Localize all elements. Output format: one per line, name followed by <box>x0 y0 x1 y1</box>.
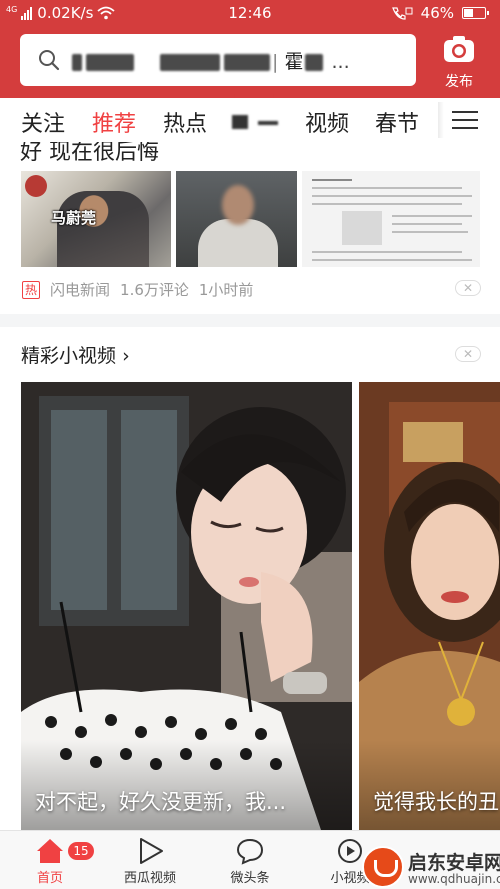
status-bar: 4G 0.02K/s 12:46 46% <box>0 0 500 28</box>
blurred-text <box>86 53 134 71</box>
search-bar[interactable]: | 霍 ... <box>20 34 416 86</box>
search-ellipsis: ... <box>325 50 350 73</box>
tab-recommend[interactable]: 推荐 <box>92 106 136 138</box>
nav-weitoutiao-label: 微头条 <box>230 871 270 886</box>
dismiss-videos-button[interactable]: ✕ <box>455 346 481 362</box>
videos-section-title[interactable]: 精彩小视频 › <box>21 341 130 368</box>
video-card-2[interactable]: 觉得我长的丑 <box>359 382 500 830</box>
battery-icon <box>462 7 489 19</box>
nav-xigua-label: 西瓜视频 <box>123 871 176 886</box>
battery-fill <box>464 9 473 17</box>
nav-home-label: 首页 <box>36 871 63 886</box>
blurred-text <box>160 53 220 71</box>
blurred-text <box>224 53 270 71</box>
tab-follow[interactable]: 关注 <box>21 106 65 138</box>
blurred-text <box>258 121 278 125</box>
nav-xigua-video[interactable]: 西瓜视频 <box>110 837 190 886</box>
blurred-text <box>305 53 324 71</box>
search-icon <box>39 50 60 71</box>
search-separator: | <box>272 50 279 73</box>
news-source[interactable]: 闪电新闻 <box>50 279 110 300</box>
publish-button[interactable]: 发布 <box>424 34 494 90</box>
top-header: 4G 0.02K/s 12:46 46% | 霍 ... 发布 <box>0 0 500 102</box>
blurred-text <box>232 115 248 129</box>
tab-hot[interactable]: 热点 <box>163 106 207 138</box>
tab-blurred[interactable] <box>232 115 280 131</box>
chat-bubble-icon <box>236 838 264 865</box>
video-caption-1: 对不起，好久没更新，我... <box>35 790 287 814</box>
hd-call-icon <box>391 7 413 20</box>
screenshot-image <box>342 211 382 245</box>
blurred-text <box>72 53 82 71</box>
news-card[interactable]: 好 现在很后悔 马蔚莞 热 闪电新闻 1.6万评论 1小时前 ✕ <box>0 142 500 314</box>
small-video-icon <box>338 839 362 863</box>
search-hint-visible: 霍 <box>284 50 304 73</box>
news-thumbnail-2 <box>176 171 297 267</box>
video-caption-shade <box>359 740 500 830</box>
site-watermark: 启东安卓网 www.qdhuajin.com <box>362 846 500 889</box>
home-icon <box>37 839 63 863</box>
news-title: 好 现在很后悔 <box>20 142 159 165</box>
battery-percent: 46% <box>420 4 454 22</box>
person-blurred-face <box>222 185 254 225</box>
tab-spring-festival[interactable]: 春节 <box>375 106 419 138</box>
channel-logo-icon <box>25 175 47 197</box>
tab-video[interactable]: 视频 <box>305 106 349 138</box>
publish-label: 发布 <box>445 74 473 90</box>
home-badge: 15 <box>68 842 94 860</box>
app-root: 4G 0.02K/s 12:46 46% | 霍 ... 发布 关注 推荐 热点… <box>0 0 500 889</box>
channel-menu-icon[interactable] <box>452 110 478 130</box>
tabs-fade <box>420 98 440 142</box>
video-card-1[interactable]: 对不起，好久没更新，我... <box>21 382 352 830</box>
video-caption-shade <box>21 740 352 830</box>
tabs-divider <box>438 102 444 138</box>
camera-icon <box>444 36 474 62</box>
news-thumbnail-1: 马蔚莞 <box>21 171 171 267</box>
news-thumbnail-3 <box>302 171 480 267</box>
nav-home[interactable]: 首页 15 <box>10 837 94 886</box>
news-comments: 1.6万评论 <box>120 281 189 299</box>
videos-section-label: 精彩小视频 <box>21 345 117 367</box>
watermark-name: 启东安卓网 <box>408 852 500 874</box>
search-hint: | 霍 ... <box>70 47 390 74</box>
play-icon <box>140 838 163 864</box>
watermark-logo-icon <box>362 846 404 888</box>
news-time: 1小时前 <box>198 281 254 299</box>
news-meta: 热 闪电新闻 1.6万评论 1小时前 <box>22 279 253 300</box>
channel-tabs: 关注 推荐 热点 视频 春节 <box>0 98 500 142</box>
thumbnail-caption: 马蔚莞 <box>51 209 97 227</box>
watermark-url: www.qdhuajin.com <box>408 872 500 886</box>
dismiss-news-button[interactable]: ✕ <box>455 280 481 296</box>
hot-tag: 热 <box>22 280 41 299</box>
chevron-right-icon: › <box>122 345 130 367</box>
person-body <box>198 219 278 267</box>
person-photo <box>57 191 149 267</box>
small-videos-section: 精彩小视频 › ✕ 对不起，好久没更新，我... 觉得我长的丑 <box>0 327 500 830</box>
nav-weitoutiao[interactable]: 微头条 <box>210 837 290 886</box>
video-caption-2: 觉得我长的丑 <box>373 790 499 814</box>
